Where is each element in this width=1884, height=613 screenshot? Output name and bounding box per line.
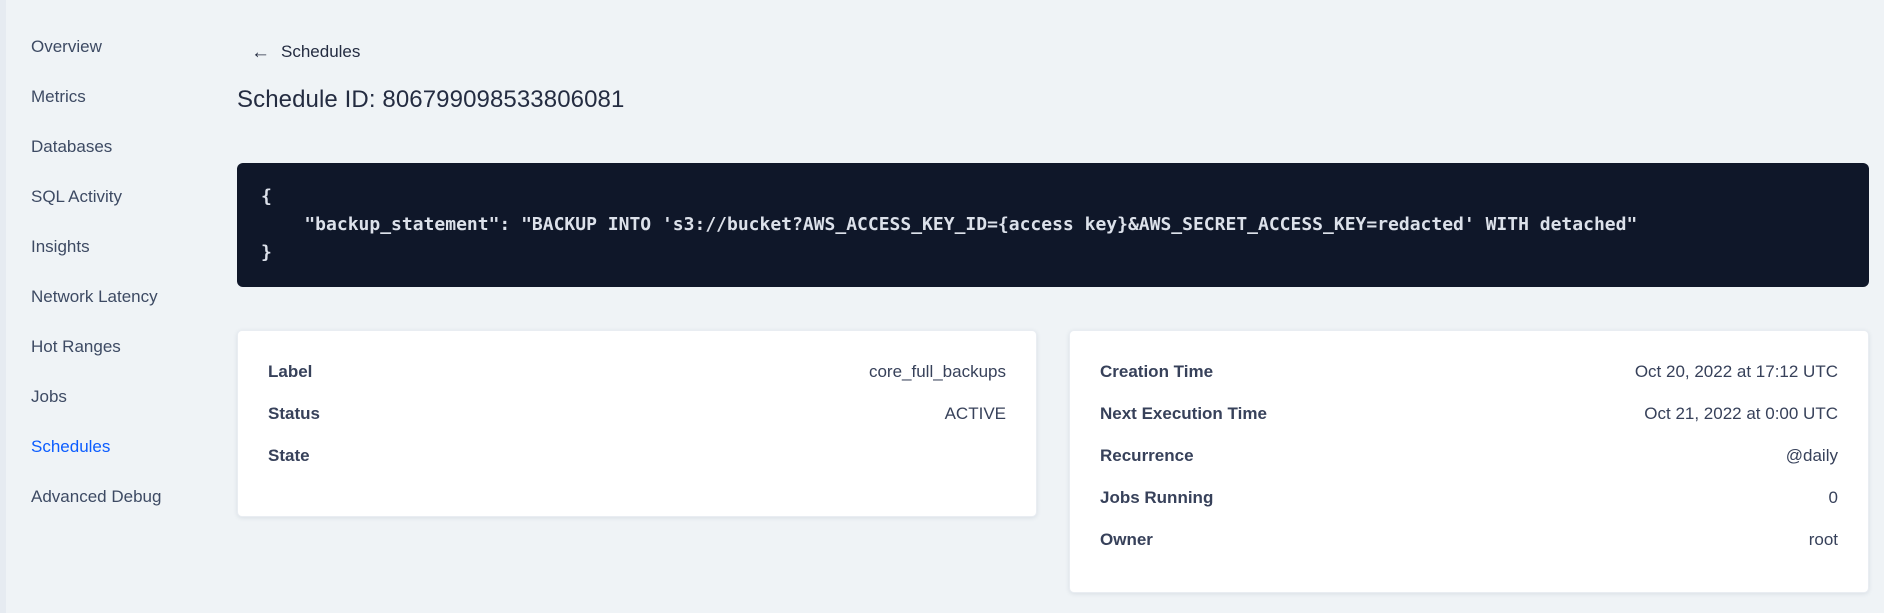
jobs-running-key: Jobs Running	[1100, 488, 1214, 507]
backup-statement-json: { "backup_statement": "BACKUP INTO 's3:/…	[261, 186, 1638, 263]
status-value: ACTIVE	[944, 404, 1006, 423]
status-key: Status	[268, 404, 320, 423]
table-row: Label core_full_backups	[268, 351, 1006, 393]
next-execution-time-key: Next Execution Time	[1100, 404, 1267, 423]
sidebar-item-schedules[interactable]: Schedules	[31, 422, 221, 472]
owner-key: Owner	[1100, 530, 1153, 549]
back-arrow-icon: ←	[251, 41, 270, 63]
schedule-timing-card: Creation Time Oct 20, 2022 at 17:12 UTC …	[1069, 330, 1869, 593]
sidebar-item-databases[interactable]: Databases	[31, 122, 221, 172]
sidebar-item-network-latency[interactable]: Network Latency	[31, 272, 221, 322]
schedule-details-card: Label core_full_backups Status ACTIVE St…	[237, 330, 1037, 517]
table-row: Owner root	[1100, 519, 1838, 561]
back-link-label: Schedules	[281, 42, 361, 61]
label-key: Label	[268, 362, 313, 381]
sidebar-item-metrics[interactable]: Metrics	[31, 72, 221, 122]
recurrence-value: @daily	[1785, 446, 1838, 465]
table-row: Next Execution Time Oct 21, 2022 at 0:00…	[1100, 393, 1838, 435]
table-row: Jobs Running 0	[1100, 477, 1838, 519]
sidebar-item-hot-ranges[interactable]: Hot Ranges	[31, 322, 221, 372]
creation-time-key: Creation Time	[1100, 362, 1214, 381]
sidebar-item-sql-activity[interactable]: SQL Activity	[31, 172, 221, 222]
table-row: Status ACTIVE	[268, 393, 1006, 435]
table-row: Creation Time Oct 20, 2022 at 17:12 UTC	[1100, 351, 1838, 393]
table-row: State	[268, 435, 1006, 477]
state-key: State	[268, 446, 310, 465]
table-row: Recurrence @daily	[1100, 435, 1838, 477]
page-title: Schedule ID: 806799098533806081	[237, 86, 625, 113]
sidebar-item-insights[interactable]: Insights	[31, 222, 221, 272]
next-execution-time-value: Oct 21, 2022 at 0:00 UTC	[1644, 404, 1838, 423]
left-edge-gutter	[0, 0, 6, 613]
sidebar-item-overview[interactable]: Overview	[31, 22, 221, 72]
main-content: ← Schedules Schedule ID: 806799098533806…	[237, 0, 1869, 613]
sidebar-item-jobs[interactable]: Jobs	[31, 372, 221, 422]
owner-value: root	[1808, 530, 1838, 549]
recurrence-key: Recurrence	[1100, 446, 1194, 465]
label-value: core_full_backups	[868, 362, 1006, 381]
jobs-running-value: 0	[1828, 488, 1838, 507]
creation-time-value: Oct 20, 2022 at 17:12 UTC	[1634, 362, 1838, 381]
sidebar-item-advanced-debug[interactable]: Advanced Debug	[31, 472, 221, 522]
back-to-schedules-link[interactable]: ← Schedules	[251, 42, 360, 62]
sidebar-nav: Overview Metrics Databases SQL Activity …	[31, 22, 221, 522]
summary-cards: Label core_full_backups Status ACTIVE St…	[237, 330, 1869, 593]
backup-statement-code-block: { "backup_statement": "BACKUP INTO 's3:/…	[237, 163, 1869, 287]
